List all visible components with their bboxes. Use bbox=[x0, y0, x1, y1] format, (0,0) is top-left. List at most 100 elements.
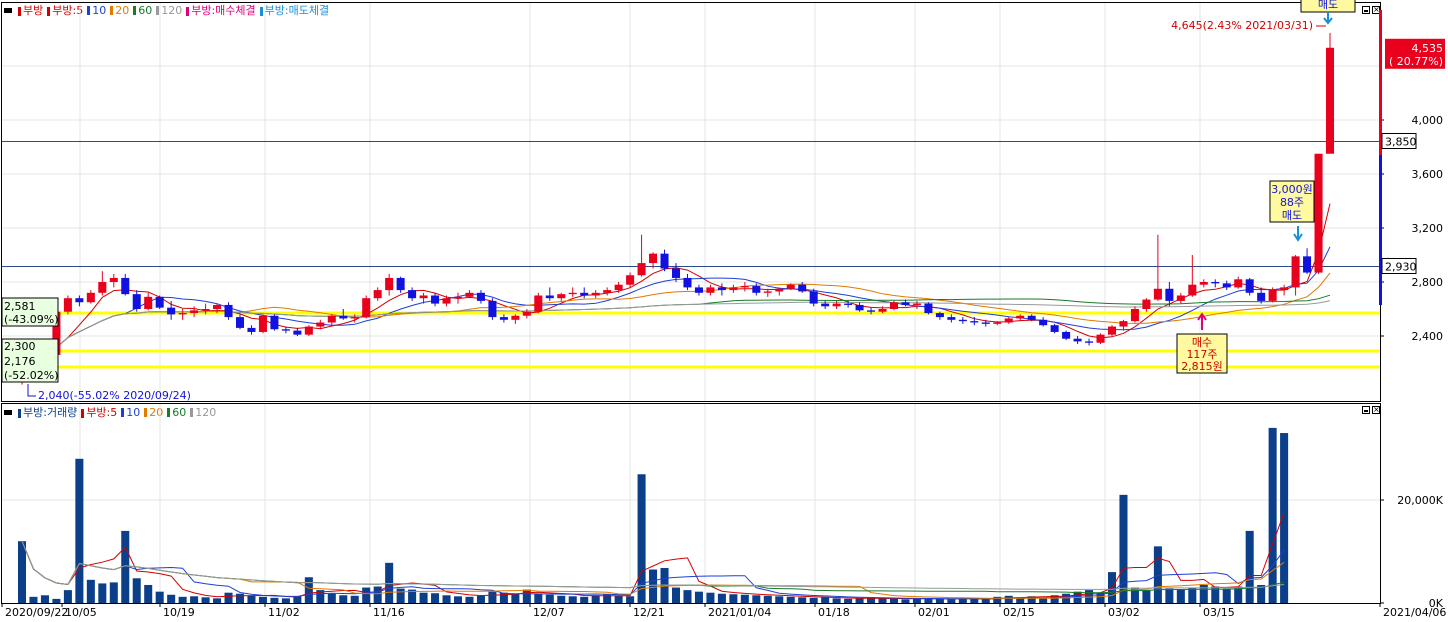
candle-body bbox=[327, 315, 336, 323]
candle-body bbox=[740, 286, 749, 288]
volume-bar bbox=[235, 593, 245, 603]
price-tick-label: 4,000 bbox=[1412, 114, 1444, 127]
volume-bar bbox=[740, 594, 749, 603]
candle-body bbox=[476, 292, 485, 301]
candle-body bbox=[683, 277, 692, 288]
candle-body bbox=[626, 275, 635, 285]
candle-body bbox=[763, 291, 772, 293]
date-tick-label: 2021/04/06 bbox=[1383, 606, 1446, 619]
date-tick-label: 11/16 bbox=[373, 606, 405, 619]
candle-body bbox=[373, 290, 382, 299]
volume-bar bbox=[1142, 590, 1151, 603]
candle-body bbox=[75, 298, 84, 303]
candle-body bbox=[603, 290, 612, 293]
candle-body bbox=[981, 322, 990, 324]
volume-bar bbox=[52, 598, 61, 603]
volume-bar bbox=[431, 593, 440, 603]
candle-body bbox=[1130, 309, 1139, 322]
volume-bar bbox=[626, 596, 635, 603]
candle-body bbox=[694, 287, 703, 293]
candle-body bbox=[132, 294, 141, 309]
annotations: 4,645(2.43% 2021/03/31) 2,040(-55.02% 202… bbox=[1, 0, 1356, 402]
date-tick-label: 03/15 bbox=[1203, 606, 1235, 619]
candle-body bbox=[178, 313, 187, 315]
volume-bar bbox=[832, 598, 841, 603]
volume-bar bbox=[717, 593, 726, 603]
candle-body bbox=[798, 284, 807, 292]
candle-body bbox=[1325, 47, 1335, 154]
candle-body bbox=[591, 292, 600, 296]
candle-body bbox=[350, 317, 359, 319]
candle-body bbox=[867, 310, 876, 312]
volume-bar bbox=[465, 596, 474, 603]
volume-bar bbox=[144, 584, 153, 603]
volume-bar bbox=[844, 598, 853, 603]
volume-bar bbox=[213, 598, 222, 603]
candle-body bbox=[1039, 319, 1048, 326]
candle-body bbox=[190, 310, 199, 314]
date-tick-label: 10/05 bbox=[65, 606, 97, 619]
volume-bar bbox=[178, 596, 187, 603]
price-tick-label: 3,200 bbox=[1412, 222, 1444, 235]
volume-bar bbox=[270, 597, 279, 603]
volume-bar bbox=[683, 590, 692, 603]
volume-bar bbox=[1222, 588, 1231, 603]
volume-bar bbox=[419, 592, 428, 603]
volume-bar bbox=[798, 597, 807, 603]
sell-arrow-top bbox=[1323, 12, 1333, 25]
volume-bar bbox=[649, 569, 658, 603]
candle-body bbox=[1153, 288, 1162, 300]
candle-body bbox=[98, 282, 107, 293]
candle-body bbox=[580, 292, 589, 296]
candle-body bbox=[213, 304, 222, 309]
candle-body bbox=[958, 319, 967, 322]
candle-body bbox=[511, 315, 520, 320]
candle-body bbox=[844, 303, 853, 305]
candle-body bbox=[855, 304, 864, 311]
volume-bar bbox=[476, 595, 485, 603]
volume-bar bbox=[912, 598, 921, 603]
candle-body bbox=[316, 322, 325, 327]
candle-body bbox=[775, 288, 784, 292]
volume-bar bbox=[694, 591, 703, 603]
volume-bar bbox=[557, 595, 566, 603]
volume-bar bbox=[224, 592, 233, 603]
volume-bar bbox=[580, 596, 589, 603]
candle-body bbox=[878, 309, 887, 312]
volume-bar bbox=[1245, 530, 1254, 603]
candle-body bbox=[671, 268, 681, 278]
volume-bar bbox=[488, 591, 497, 603]
candle-body bbox=[717, 287, 726, 291]
volume-bar bbox=[201, 597, 210, 603]
candle-body bbox=[1073, 338, 1082, 342]
volume-bar bbox=[29, 596, 38, 603]
candle-body bbox=[201, 309, 210, 311]
candle-body bbox=[1245, 279, 1254, 293]
candle-body bbox=[1107, 326, 1117, 335]
date-tick-label: 12/07 bbox=[533, 606, 565, 619]
low-pointer bbox=[27, 384, 36, 397]
candle-body bbox=[304, 326, 313, 335]
current-price-change: ( 20.77%) bbox=[1389, 55, 1443, 68]
volume-bar bbox=[947, 599, 956, 603]
candle-body bbox=[453, 296, 463, 299]
volume-bar bbox=[545, 594, 554, 603]
candle-body bbox=[121, 277, 130, 295]
candle-body bbox=[1291, 256, 1300, 288]
stock-chart[interactable]: 4,000 3,600 3,200 2,800 2,400 4,535( 20.77%) 3… bbox=[0, 0, 1448, 622]
volume-bar bbox=[75, 458, 84, 603]
candle-body bbox=[924, 303, 933, 314]
candle-body bbox=[1199, 282, 1208, 285]
candle-body bbox=[1222, 283, 1231, 288]
price-pane-frame bbox=[1, 2, 1381, 402]
sell-mid-label: 88주 bbox=[1280, 196, 1304, 209]
candle-body bbox=[522, 311, 531, 316]
volume-bar bbox=[155, 591, 164, 603]
candle-body bbox=[706, 287, 715, 293]
date-tick-label: 2021/01/04 bbox=[708, 606, 771, 619]
volume-bar bbox=[373, 586, 382, 603]
volume-bar bbox=[729, 594, 738, 603]
candle-body bbox=[1165, 288, 1174, 301]
volume-bar bbox=[855, 598, 864, 603]
candle-body bbox=[821, 303, 830, 307]
